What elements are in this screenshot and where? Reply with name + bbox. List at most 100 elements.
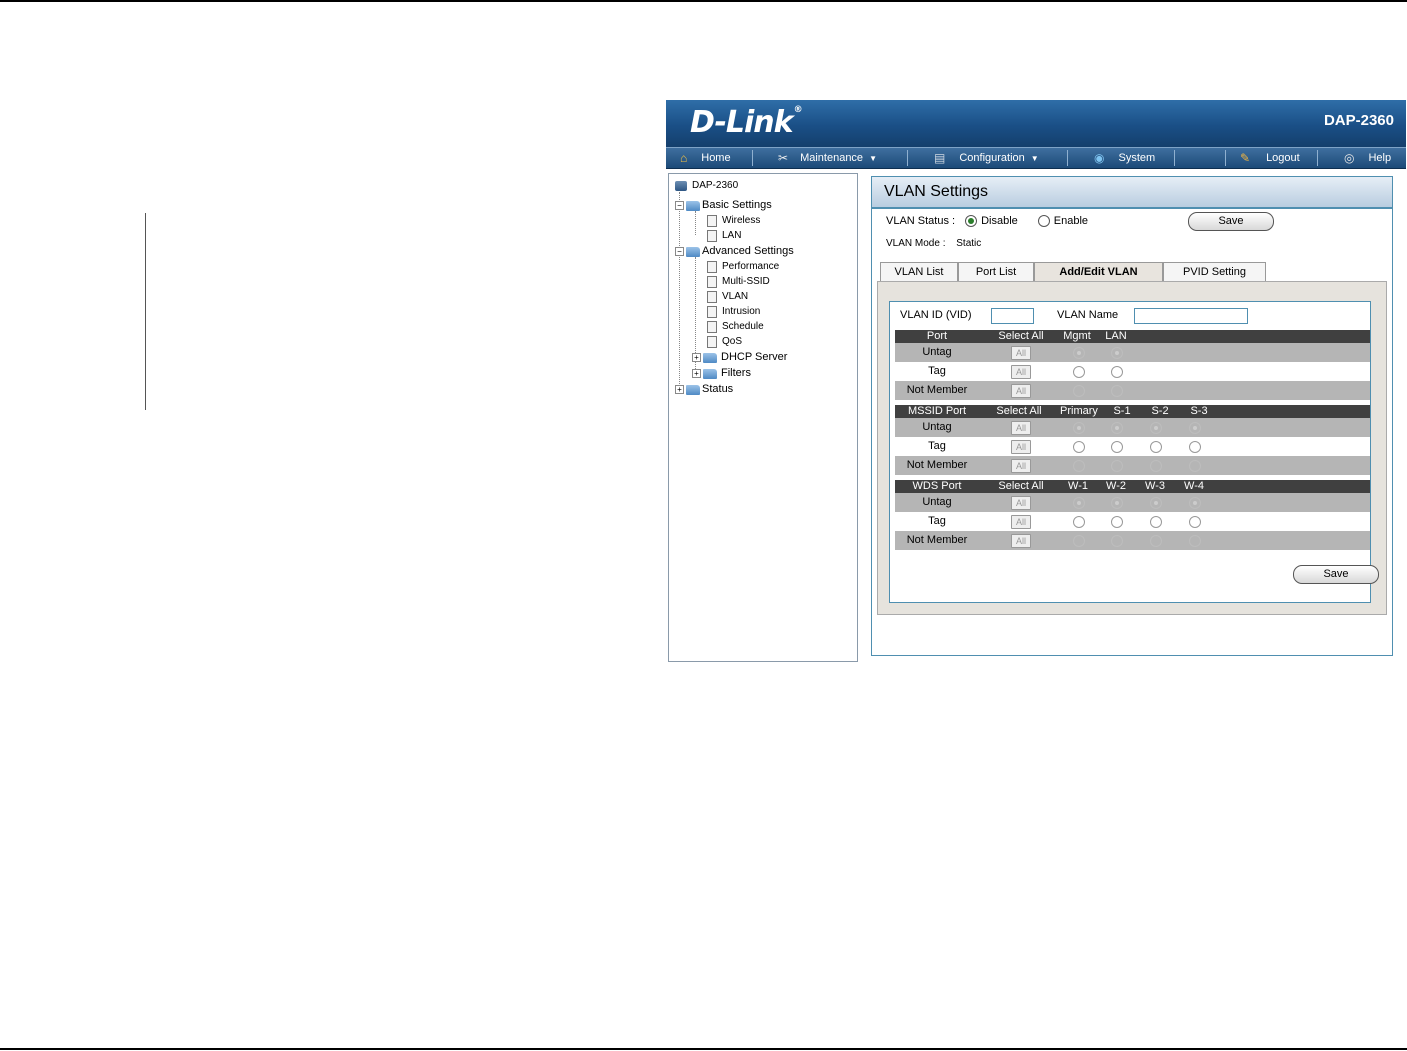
page-icon	[707, 229, 717, 242]
tree-item-intrusion[interactable]: Intrusion	[707, 304, 760, 319]
w3-untag-radio[interactable]	[1150, 497, 1162, 509]
row-label: Not Member	[906, 384, 968, 396]
home-icon: ⌂	[680, 151, 688, 165]
select-all-button[interactable]: All	[1011, 346, 1031, 360]
s2-untag-radio[interactable]	[1150, 422, 1162, 434]
tree-item-wireless[interactable]: Wireless	[707, 213, 760, 228]
vlan-status-enable-radio[interactable]	[1037, 215, 1050, 227]
form-save-button[interactable]: Save	[1293, 565, 1379, 584]
w1-tag-radio[interactable]	[1073, 516, 1085, 528]
select-all-button[interactable]: All	[1011, 459, 1031, 473]
port-not-member-row: Not Member All	[895, 381, 1370, 400]
menu-system[interactable]: ◉ System	[1094, 148, 1155, 168]
select-all-button[interactable]: All	[1011, 421, 1031, 435]
select-all-button[interactable]: All	[1011, 515, 1031, 529]
w2-tag-radio[interactable]	[1111, 516, 1123, 528]
s1-not-member-radio[interactable]	[1111, 460, 1123, 472]
tree-item-label: Schedule	[722, 321, 764, 332]
vlan-mode-row: VLAN Mode : Static	[886, 238, 981, 249]
mgmt-untag-radio[interactable]	[1073, 347, 1085, 359]
primary-not-member-radio[interactable]	[1073, 460, 1085, 472]
s3-untag-radio[interactable]	[1189, 422, 1201, 434]
lan-tag-radio[interactable]	[1111, 366, 1123, 378]
tree-item-vlan[interactable]: VLAN	[707, 289, 748, 304]
select-all-button[interactable]: All	[1011, 496, 1031, 510]
tree-dhcp-server[interactable]: + DHCP Server	[692, 350, 787, 365]
menu-maintenance[interactable]: ✂ Maintenance ▼	[778, 148, 877, 168]
tree-item-schedule[interactable]: Schedule	[707, 319, 764, 334]
primary-untag-radio[interactable]	[1073, 422, 1085, 434]
collapse-icon[interactable]: −	[675, 201, 684, 210]
tree-item-performance[interactable]: Performance	[707, 259, 779, 274]
callout-bar	[145, 213, 146, 410]
key-icon: ✎	[1240, 151, 1251, 165]
title-bar: VLAN Settings	[872, 177, 1392, 209]
w2-not-member-radio[interactable]	[1111, 535, 1123, 547]
port-untag-row: Untag All	[895, 343, 1370, 362]
w4-not-member-radio[interactable]	[1189, 535, 1201, 547]
tree-status[interactable]: + Status	[675, 382, 733, 397]
save-button[interactable]: Save	[1188, 212, 1274, 231]
collapse-icon[interactable]: −	[675, 247, 684, 256]
tree-advanced-settings[interactable]: − Advanced Settings	[675, 244, 794, 259]
w4-tag-radio[interactable]	[1189, 516, 1201, 528]
w2-untag-radio[interactable]	[1111, 497, 1123, 509]
s2-tag-radio[interactable]	[1150, 441, 1162, 453]
menu-home[interactable]: ⌂ Home	[680, 148, 731, 168]
tab-port-list[interactable]: Port List	[958, 262, 1034, 282]
top-page-rule	[0, 0, 1407, 2]
expand-icon[interactable]: +	[692, 353, 701, 362]
vlan-status-disable-radio[interactable]	[965, 215, 978, 227]
page-icon	[707, 275, 717, 288]
w1-not-member-radio[interactable]	[1073, 535, 1085, 547]
menu-maintenance-label: Maintenance	[800, 152, 864, 164]
s2-not-member-radio[interactable]	[1150, 460, 1162, 472]
tools-icon: ✂	[778, 151, 789, 165]
select-all-button[interactable]: All	[1011, 534, 1031, 548]
w3-tag-radio[interactable]	[1150, 516, 1162, 528]
column-header: W-3	[1145, 480, 1165, 492]
s1-tag-radio[interactable]	[1111, 441, 1123, 453]
select-all-header: Select All	[998, 330, 1044, 342]
menu-logout[interactable]: ✎ Logout	[1240, 148, 1300, 168]
tab-add-edit-vlan[interactable]: Add/Edit VLAN	[1034, 262, 1163, 283]
select-all-button[interactable]: All	[1011, 384, 1031, 398]
s3-tag-radio[interactable]	[1189, 441, 1201, 453]
s3-not-member-radio[interactable]	[1189, 460, 1201, 472]
lan-untag-radio[interactable]	[1111, 347, 1123, 359]
tab-vlan-list[interactable]: VLAN List	[880, 262, 958, 282]
tree-item-lan[interactable]: LAN	[707, 228, 741, 243]
lan-not-member-radio[interactable]	[1111, 385, 1123, 397]
tree-item-multi-ssid[interactable]: Multi-SSID	[707, 274, 770, 289]
w1-untag-radio[interactable]	[1073, 497, 1085, 509]
tab-bar: VLAN List Port List Add/Edit VLAN PVID S…	[880, 262, 1266, 283]
w4-untag-radio[interactable]	[1189, 497, 1201, 509]
tree-basic-settings[interactable]: − Basic Settings	[675, 198, 772, 213]
menu-configuration-label: Configuration	[959, 152, 1025, 164]
menu-configuration[interactable]: ▤ Configuration ▼	[934, 148, 1039, 168]
expand-icon[interactable]: +	[692, 369, 701, 378]
select-all-button[interactable]: All	[1011, 365, 1031, 379]
tree-item-qos[interactable]: QoS	[707, 334, 742, 349]
mssid-untag-row: Untag All	[895, 418, 1370, 437]
select-all-button[interactable]: All	[1011, 440, 1031, 454]
menu-separator	[1317, 150, 1318, 166]
primary-tag-radio[interactable]	[1073, 441, 1085, 453]
page-icon	[707, 335, 717, 348]
w3-not-member-radio[interactable]	[1150, 535, 1162, 547]
main-panel: VLAN Settings VLAN Status : Disable Enab…	[871, 176, 1393, 656]
expand-icon[interactable]: +	[675, 385, 684, 394]
menu-separator	[1174, 150, 1175, 166]
column-header: S-1	[1113, 405, 1131, 417]
s1-untag-radio[interactable]	[1111, 422, 1123, 434]
menu-separator	[1225, 150, 1226, 166]
mgmt-not-member-radio[interactable]	[1073, 385, 1085, 397]
mgmt-tag-radio[interactable]	[1073, 366, 1085, 378]
vlan-name-input[interactable]	[1134, 308, 1248, 324]
tree-filters[interactable]: + Filters	[692, 366, 751, 381]
vlan-id-input[interactable]	[991, 308, 1034, 324]
menu-help[interactable]: ◎ Help	[1344, 148, 1391, 168]
tab-pvid-setting[interactable]: PVID Setting	[1163, 262, 1266, 282]
port-header-row: Port Select All Mgmt LAN	[895, 330, 1370, 343]
tree-root[interactable]: DAP-2360	[675, 178, 738, 193]
